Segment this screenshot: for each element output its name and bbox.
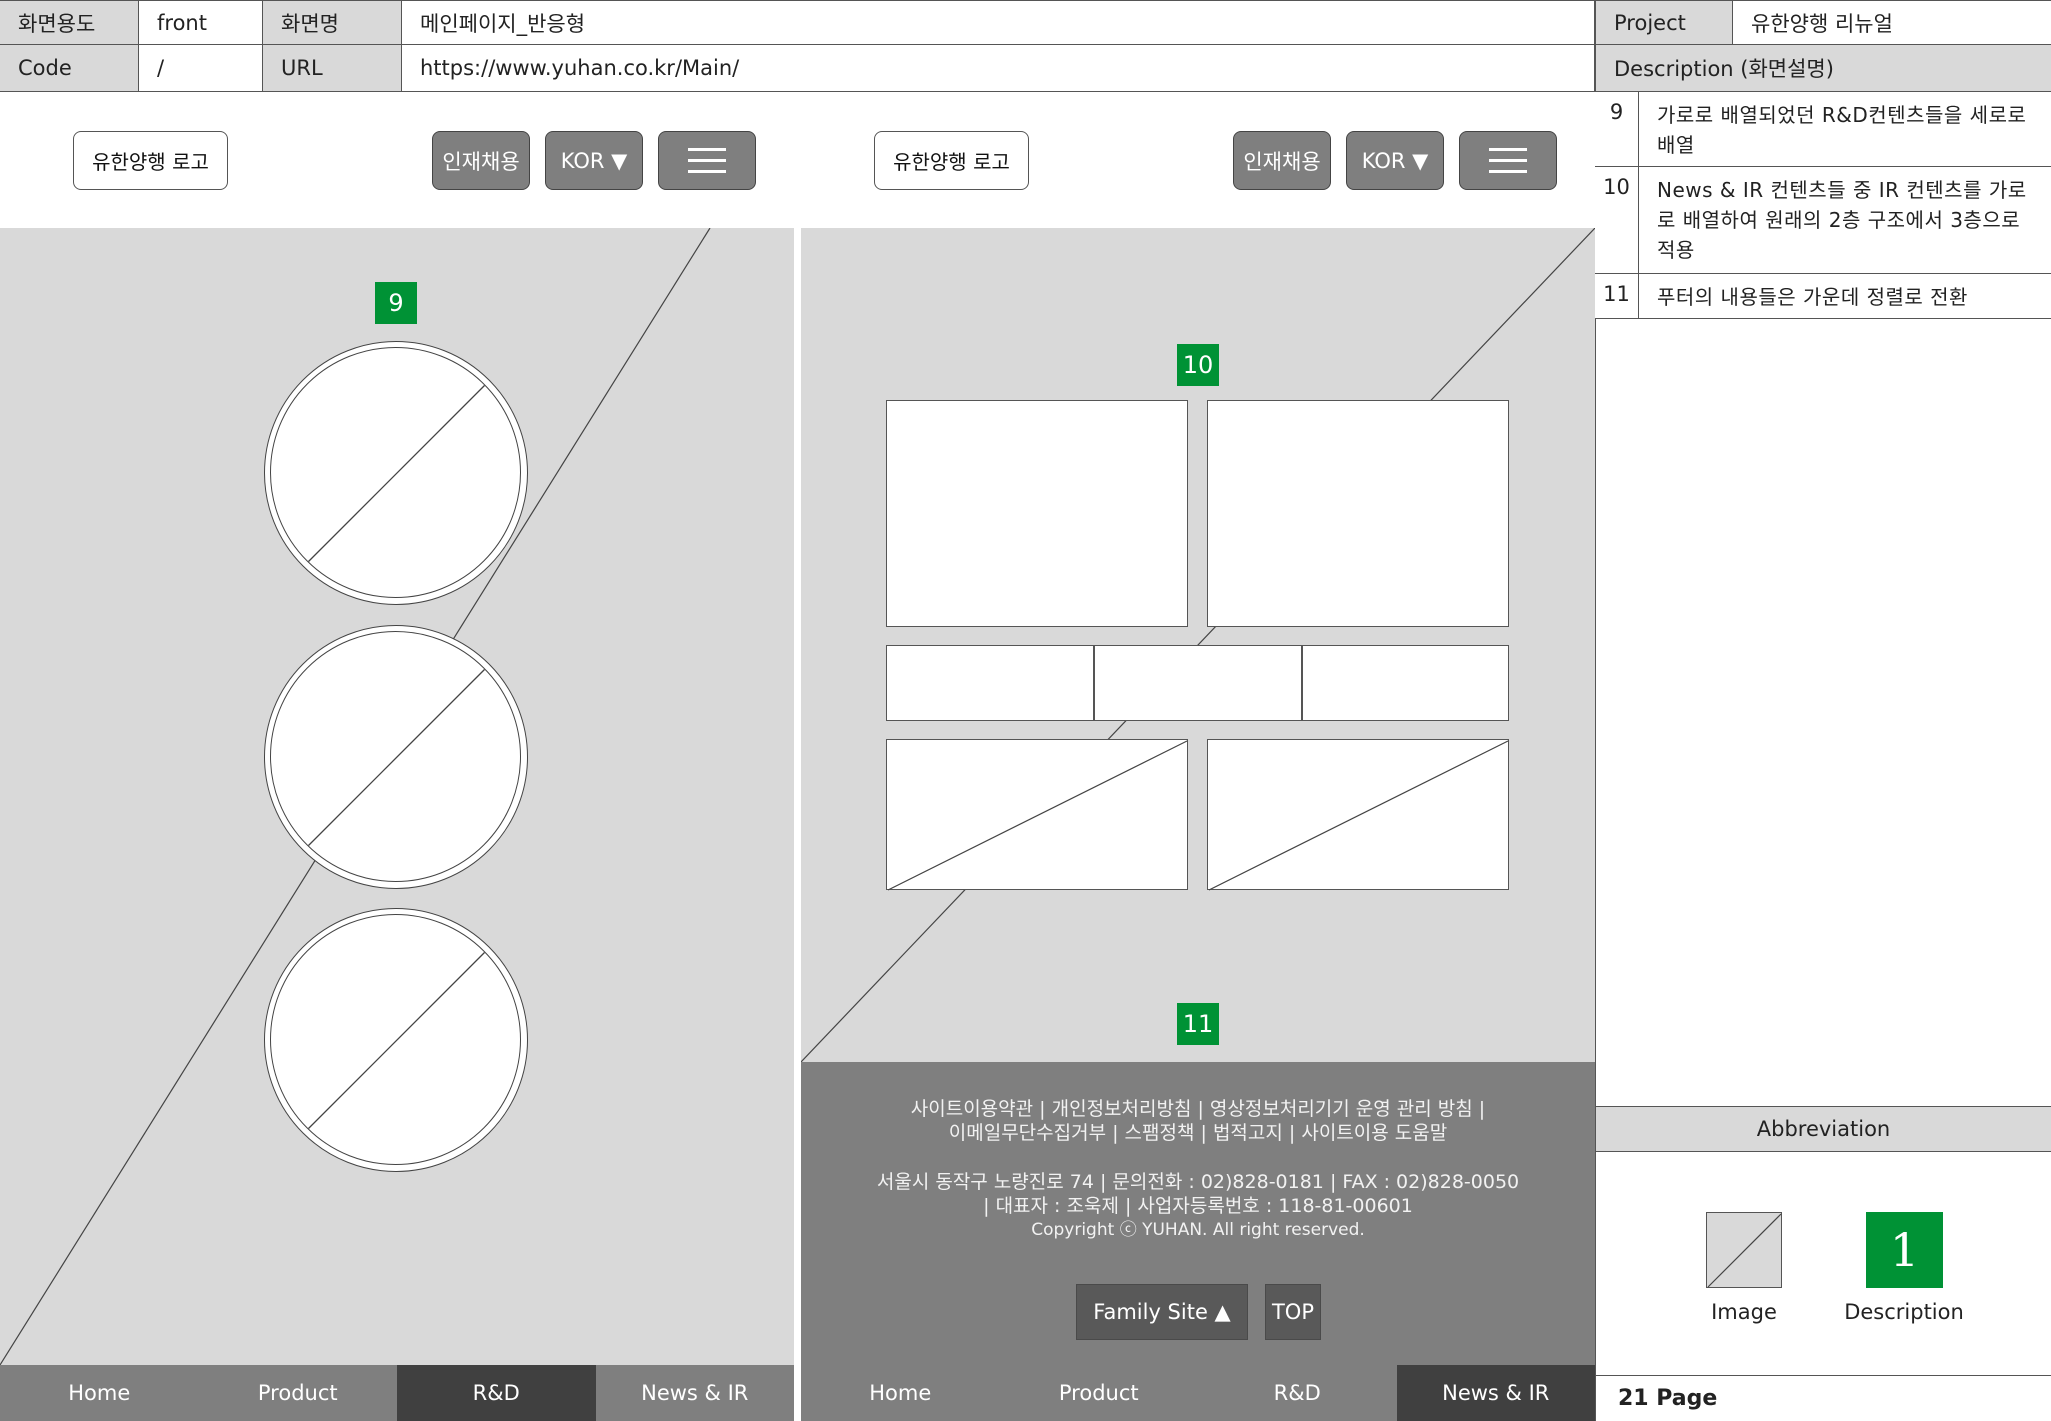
url-value: https://www.yuhan.co.kr/Main/ <box>402 45 1595 92</box>
footer-links: 사이트이용약관 | 개인정보처리방침 | 영상정보처리기기 운영 관리 방침 |… <box>801 1097 1595 1145</box>
ir-card[interactable] <box>1094 645 1302 721</box>
image-placeholder-icon <box>305 382 488 565</box>
footer-address: 서울시 동작구 노량진로 74 | 문의전화 : 02)828-0181 | F… <box>801 1170 1595 1242</box>
right-mock-canvas: 10 11 <box>801 228 1595 1062</box>
description-row: 10 News & IR 컨텐츠들 중 IR 컨텐츠를 가로로 배열하여 원래의… <box>1595 167 2051 274</box>
footer-link-row[interactable]: 이메일무단수집거부 | 스팸정책 | 법적고지 | 사이트이용 도움말 <box>801 1121 1595 1145</box>
nav-news-ir[interactable]: News & IR <box>596 1365 795 1421</box>
screen-use-value: front <box>139 0 263 45</box>
footer: 사이트이용약관 | 개인정보처리방침 | 영상정보처리기기 운영 관리 방침 |… <box>801 1062 1595 1365</box>
news-image-card[interactable] <box>886 739 1188 891</box>
copyright: Copyright ⓒ YUHAN. All right reserved. <box>1031 1220 1365 1240</box>
image-placeholder-icon <box>1208 740 1509 891</box>
footer-address-line: | 대표자 : 조욱제 | 사업자등록번호 : 118-81-00601 <box>983 1195 1413 1217</box>
rnd-content-circle <box>264 341 528 605</box>
description-number: 9 <box>1595 92 1639 166</box>
abbr-description-label: Description <box>1844 1300 1964 1324</box>
description-number: 11 <box>1595 274 1639 318</box>
description-row: 11 푸터의 내용들은 가운데 정렬로 전환 <box>1595 274 2051 319</box>
rnd-content-circle <box>264 908 528 1172</box>
top-button[interactable]: TOP <box>1265 1284 1321 1340</box>
code-value: / <box>139 45 263 92</box>
hamburger-icon <box>1460 132 1556 189</box>
rnd-content-circle <box>264 625 528 889</box>
news-card[interactable] <box>1207 400 1509 627</box>
nav-rnd-active[interactable]: R&D <box>397 1365 596 1421</box>
language-select[interactable]: KOR ▼ <box>545 131 643 190</box>
image-placeholder-icon <box>305 949 488 1132</box>
screen-name-value: 메인페이지_반응형 <box>402 0 1595 45</box>
description-text: 가로로 배열되었던 R&D컨텐츠들을 세로로 배열 <box>1657 103 2027 157</box>
nav-rnd[interactable]: R&D <box>1198 1365 1397 1421</box>
footer-link-row[interactable]: 사이트이용약관 | 개인정보처리방침 | 영상정보처리기기 운영 관리 방침 | <box>801 1097 1595 1121</box>
screen-use-label: 화면용도 <box>0 0 139 45</box>
project-value: 유한양행 리뉴얼 <box>1733 0 2051 45</box>
abbr-image-label: Image <box>1711 1300 1777 1324</box>
menu-button[interactable] <box>658 131 756 190</box>
right-mock-header: 유한양행 로고 인재채용 KOR ▼ <box>801 92 1595 228</box>
left-mock-canvas: 9 <box>0 228 794 1365</box>
left-mock-header: 유한양행 로고 인재채용 KOR ▼ <box>0 92 794 228</box>
description-number: 10 <box>1595 167 1639 273</box>
logo-button[interactable]: 유한양행 로고 <box>874 131 1029 190</box>
page-number: 21 Page <box>1596 1375 2051 1421</box>
image-placeholder-icon <box>1706 1212 1782 1288</box>
logo-button[interactable]: 유한양행 로고 <box>73 131 228 190</box>
screen-name-label: 화면명 <box>263 0 402 45</box>
news-image-card[interactable] <box>1207 739 1509 891</box>
hamburger-icon <box>659 132 755 189</box>
project-label: Project <box>1595 0 1733 45</box>
badge-10: 10 <box>1177 344 1219 386</box>
description-text: News & IR 컨텐츠들 중 IR 컨텐츠를 가로로 배열하여 원래의 2층… <box>1657 178 2027 262</box>
badge-11: 11 <box>1177 1003 1219 1045</box>
right-bottom-nav: Home Product R&D News & IR <box>801 1365 1595 1421</box>
news-card[interactable] <box>886 400 1188 627</box>
nav-home[interactable]: Home <box>801 1365 1000 1421</box>
nav-product[interactable]: Product <box>199 1365 398 1421</box>
abbreviation-title: Abbreviation <box>1596 1106 2051 1152</box>
recruit-button[interactable]: 인재채용 <box>432 131 530 190</box>
recruit-button[interactable]: 인재채용 <box>1233 131 1331 190</box>
nav-news-ir-active[interactable]: News & IR <box>1396 1365 1595 1421</box>
nav-product[interactable]: Product <box>1000 1365 1199 1421</box>
badge-9: 9 <box>375 282 417 324</box>
code-label: Code <box>0 45 139 92</box>
description-row: 9 가로로 배열되었던 R&D컨텐츠들을 세로로 배열 <box>1595 92 2051 167</box>
footer-address-line: 서울시 동작구 노량진로 74 | 문의전화 : 02)828-0181 | F… <box>876 1171 1520 1193</box>
ir-card[interactable] <box>886 645 1094 721</box>
description-title: Description (화면설명) <box>1595 45 2051 92</box>
nav-home[interactable]: Home <box>0 1365 199 1421</box>
ir-card[interactable] <box>1302 645 1509 721</box>
family-site-button[interactable]: Family Site ▲ <box>1076 1284 1248 1340</box>
url-label: URL <box>263 45 402 92</box>
left-bottom-nav: Home Product R&D News & IR <box>0 1365 794 1421</box>
description-text: 푸터의 내용들은 가운데 정렬로 전환 <box>1657 285 1968 309</box>
menu-button[interactable] <box>1459 131 1557 190</box>
description-badge-icon: 1 <box>1866 1212 1943 1288</box>
image-placeholder-icon <box>887 740 1188 891</box>
image-placeholder-icon <box>305 666 488 849</box>
language-select[interactable]: KOR ▼ <box>1346 131 1444 190</box>
